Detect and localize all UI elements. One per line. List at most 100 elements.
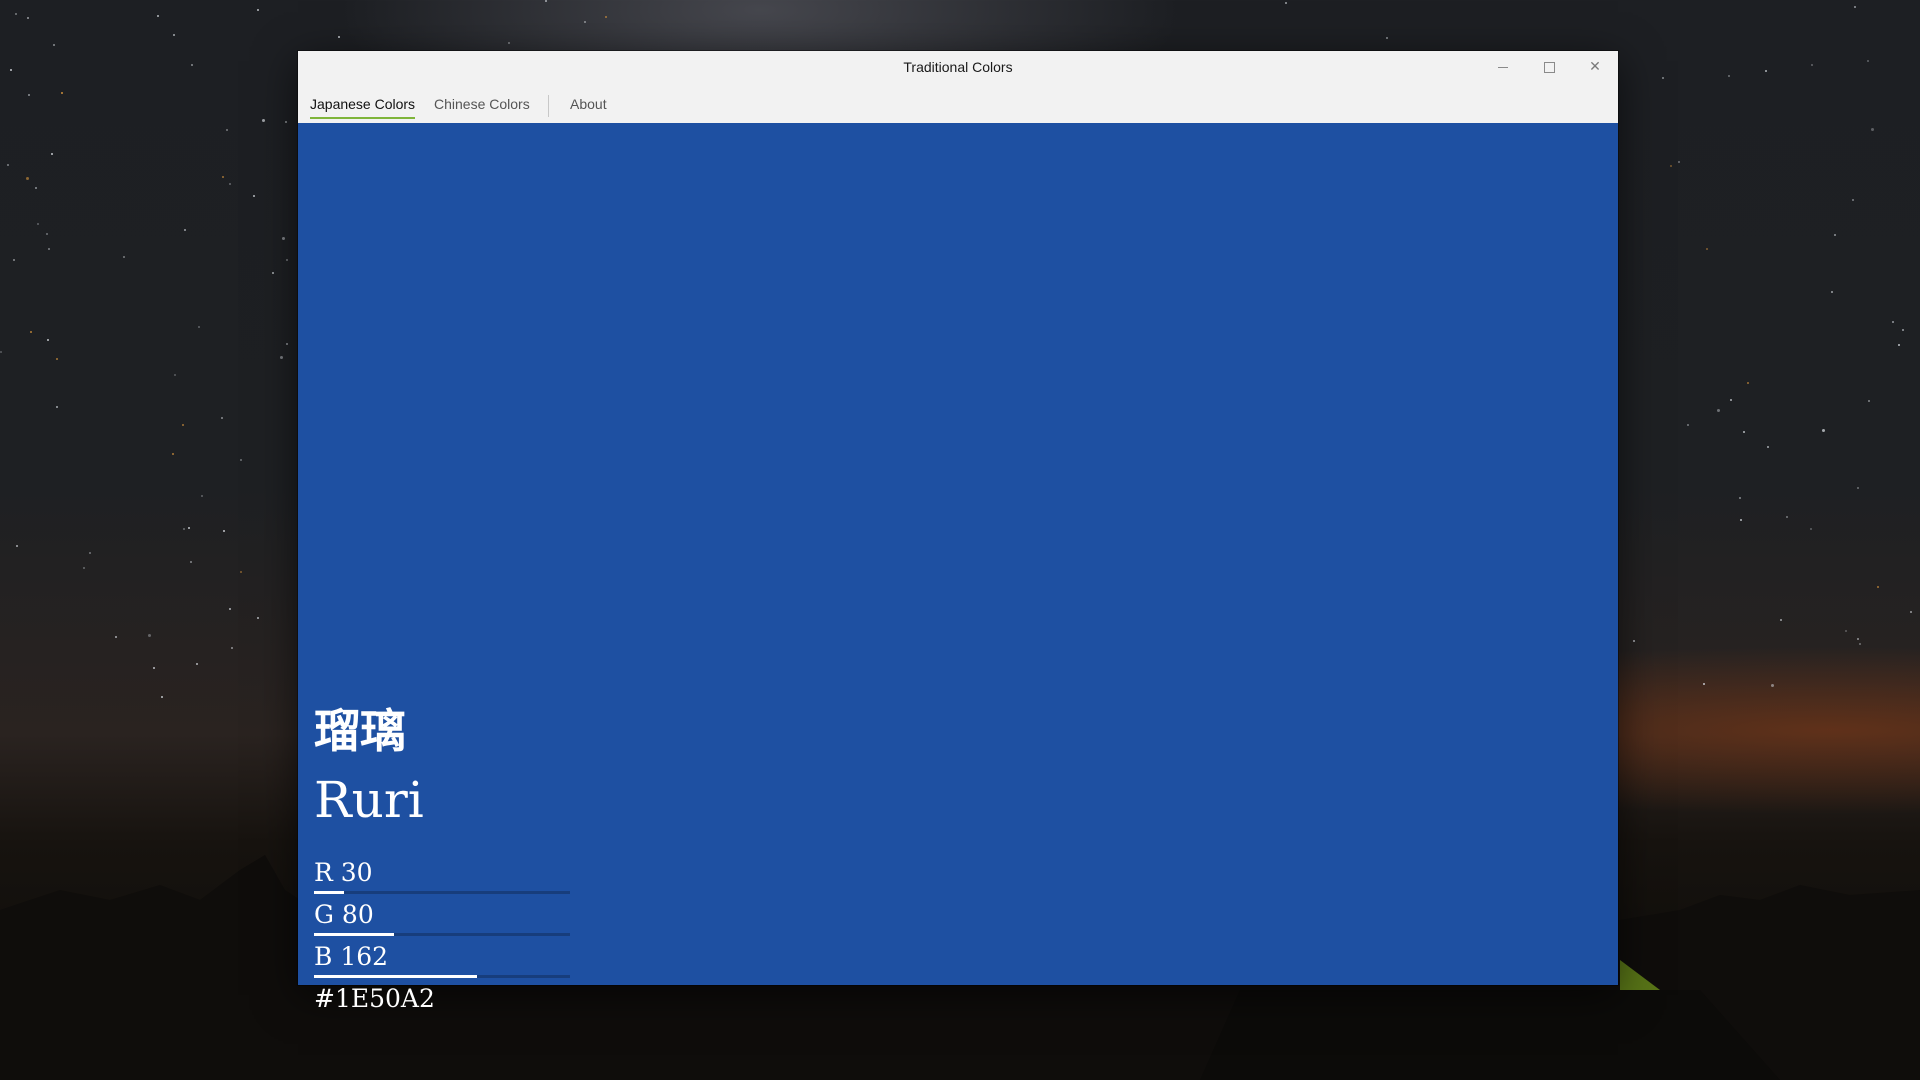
star	[13, 259, 16, 262]
star	[271, 272, 274, 274]
star	[583, 21, 586, 24]
star	[29, 330, 32, 333]
star	[47, 338, 50, 341]
star	[9, 69, 12, 71]
star	[52, 43, 55, 46]
blue-value: B 162	[314, 942, 389, 971]
maximize-button[interactable]	[1526, 51, 1572, 83]
tab-about[interactable]: About	[570, 91, 607, 117]
minimize-button[interactable]	[1480, 51, 1526, 83]
minimize-icon	[1498, 67, 1508, 68]
star	[36, 223, 39, 226]
tab-label: Chinese Colors	[434, 96, 530, 112]
star	[1831, 290, 1834, 293]
star	[1716, 409, 1720, 413]
star	[1871, 127, 1875, 131]
star	[230, 647, 233, 650]
star	[123, 256, 126, 259]
star	[55, 357, 58, 360]
app-window: Traditional Colors ✕ Japanese Colors Chi…	[298, 51, 1618, 1013]
green-value: G 80	[314, 900, 374, 929]
star	[1786, 516, 1789, 519]
star	[183, 527, 185, 530]
star	[253, 194, 256, 197]
active-tab-indicator	[310, 117, 416, 119]
star	[1742, 431, 1745, 434]
star	[1858, 643, 1861, 646]
red-bar-track	[314, 891, 570, 894]
star	[1730, 399, 1733, 401]
star	[262, 118, 266, 122]
green-bar-fill	[314, 933, 395, 936]
blue-channel: B 162	[314, 941, 570, 978]
star	[27, 16, 30, 19]
maximize-icon	[1544, 62, 1555, 73]
blue-bar-fill	[314, 975, 477, 978]
star	[157, 15, 160, 18]
star	[544, 0, 547, 3]
star	[173, 34, 176, 37]
star	[1821, 428, 1825, 432]
color-name-romaji: Ruri	[314, 771, 424, 829]
star	[46, 233, 49, 236]
star	[1728, 75, 1731, 78]
star	[0, 350, 3, 353]
star	[1740, 519, 1743, 522]
star	[228, 182, 231, 185]
star	[1764, 69, 1767, 72]
star	[338, 36, 341, 39]
star	[148, 634, 152, 638]
star	[181, 424, 184, 427]
star	[25, 176, 29, 180]
star	[1779, 619, 1782, 622]
star	[256, 616, 259, 619]
star	[225, 129, 228, 132]
star	[1747, 382, 1750, 385]
title-bar[interactable]: Traditional Colors ✕	[298, 51, 1618, 83]
red-bar-fill	[314, 891, 345, 894]
color-name-kanji: 瑠璃	[314, 704, 406, 758]
star	[201, 494, 204, 497]
star	[188, 526, 191, 529]
star	[1867, 59, 1870, 62]
star	[47, 247, 50, 250]
nav-separator	[548, 95, 549, 117]
star	[1810, 64, 1813, 67]
star	[221, 175, 224, 178]
tab-japanese-colors[interactable]: Japanese Colors	[310, 91, 416, 119]
close-button[interactable]: ✕	[1572, 51, 1618, 83]
star	[1669, 165, 1672, 168]
star	[190, 560, 193, 563]
blue-bar-track	[314, 975, 570, 978]
star	[279, 355, 283, 359]
green-channel: G 80	[314, 899, 570, 936]
star	[16, 544, 19, 547]
tab-chinese-colors[interactable]: Chinese Colors	[434, 91, 530, 117]
star	[1897, 344, 1900, 347]
star	[1876, 586, 1879, 589]
star	[171, 452, 174, 455]
star	[190, 63, 193, 66]
tab-label: About	[570, 96, 607, 112]
red-value: R 30	[314, 858, 373, 887]
star	[1856, 637, 1859, 640]
star	[1385, 37, 1388, 40]
star	[1901, 328, 1904, 331]
star	[61, 91, 64, 94]
star	[1857, 487, 1860, 490]
star	[239, 458, 242, 461]
star	[35, 186, 38, 189]
color-panel: 瑠璃 Ruri R 30 G 80 B 162 #1E50A2	[298, 123, 1618, 1013]
star	[114, 636, 117, 639]
star	[1739, 497, 1742, 500]
star	[1854, 5, 1857, 8]
star	[1705, 248, 1708, 251]
star	[6, 163, 9, 166]
close-icon: ✕	[1589, 59, 1601, 75]
star	[229, 608, 232, 611]
star	[220, 416, 223, 419]
star	[1662, 77, 1665, 80]
star	[1632, 640, 1635, 642]
star	[198, 326, 201, 329]
star	[604, 15, 607, 18]
